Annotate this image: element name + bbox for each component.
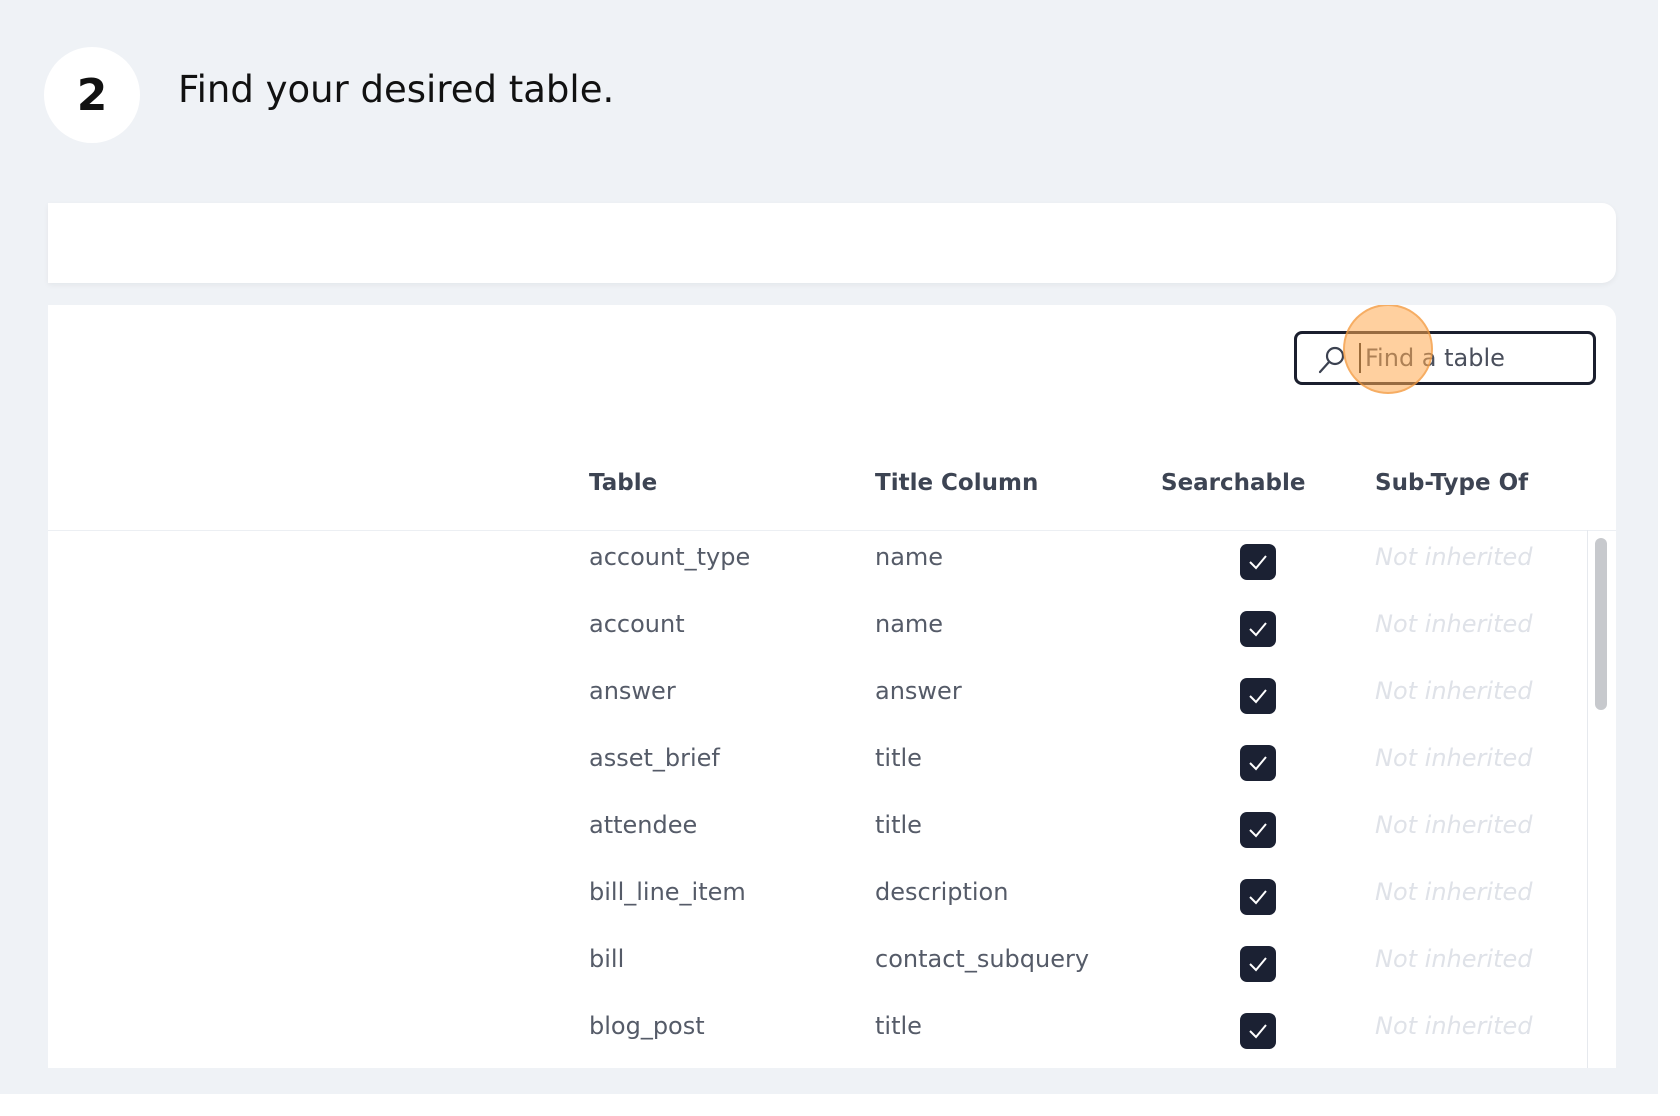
cell-sub-type-of: Not inherited <box>1375 610 1533 638</box>
cell-sub-type-of: Not inherited <box>1375 543 1533 571</box>
header-searchable[interactable]: Searchable <box>1161 470 1306 496</box>
table-row[interactable]: blog_post title Not inherited <box>48 999 1583 1068</box>
cell-sub-type-of: Not inherited <box>1375 677 1533 705</box>
cell-table: answer <box>589 677 676 705</box>
cell-sub-type-of: Not inherited <box>1375 945 1533 973</box>
scrollbar-thumb[interactable] <box>1595 538 1607 710</box>
check-icon <box>1249 957 1267 972</box>
table-body: account_type name Not inherited account … <box>48 530 1583 1068</box>
check-icon <box>1249 823 1267 838</box>
table-row[interactable]: asset_brief title Not inherited <box>48 731 1583 801</box>
searchable-checkbox[interactable] <box>1240 678 1276 714</box>
searchable-checkbox[interactable] <box>1240 611 1276 647</box>
step-number: 2 <box>76 69 108 121</box>
header-table[interactable]: Table <box>589 470 657 496</box>
table-row[interactable]: bill_line_item description Not inherited <box>48 865 1583 935</box>
cell-title-column: name <box>875 543 944 571</box>
table-row[interactable]: answer answer Not inherited <box>48 664 1583 734</box>
search-icon <box>1317 345 1347 375</box>
cell-table: attendee <box>589 811 698 839</box>
step-number-badge: 2 <box>44 47 140 143</box>
cell-sub-type-of: Not inherited <box>1375 1012 1533 1040</box>
table-search-input[interactable] <box>1359 343 1590 373</box>
cell-table: bill <box>589 945 625 973</box>
searchable-checkbox[interactable] <box>1240 1013 1276 1049</box>
cell-title-column: title <box>875 1012 922 1040</box>
table-scrollbar[interactable] <box>1595 531 1607 1068</box>
searchable-checkbox[interactable] <box>1240 812 1276 848</box>
tutorial-frame: 2 Find your desired table. Table Title C… <box>0 0 1658 1094</box>
cell-title-column: contact_subquery <box>875 945 1090 973</box>
searchable-checkbox[interactable] <box>1240 946 1276 982</box>
searchable-checkbox[interactable] <box>1240 745 1276 781</box>
searchable-checkbox[interactable] <box>1240 544 1276 580</box>
cell-table: bill_line_item <box>589 878 746 906</box>
tables-panel: Table Title Column Searchable Sub-Type O… <box>48 305 1616 1068</box>
cell-sub-type-of: Not inherited <box>1375 811 1533 839</box>
cell-title-column: name <box>875 610 944 638</box>
cell-title-column: answer <box>875 677 962 705</box>
check-icon <box>1249 890 1267 905</box>
check-icon <box>1249 555 1267 570</box>
table-row[interactable]: account_type name Not inherited <box>48 530 1583 600</box>
check-icon <box>1249 1024 1267 1039</box>
searchable-checkbox[interactable] <box>1240 879 1276 915</box>
cell-title-column: description <box>875 878 1009 906</box>
header-sub-type-of[interactable]: Sub-Type Of <box>1375 470 1528 496</box>
table-header: Table Title Column Searchable Sub-Type O… <box>48 450 1616 531</box>
table-row[interactable]: account name Not inherited <box>48 597 1583 667</box>
table-divider <box>1587 530 1588 1068</box>
check-icon <box>1249 689 1267 704</box>
cell-table: asset_brief <box>589 744 720 772</box>
table-row[interactable]: attendee title Not inherited <box>48 798 1583 868</box>
cell-table: blog_post <box>589 1012 705 1040</box>
check-icon <box>1249 756 1267 771</box>
header-title-column[interactable]: Title Column <box>875 470 1038 496</box>
cell-table: account_type <box>589 543 751 571</box>
cell-title-column: title <box>875 744 922 772</box>
toolbar-card <box>48 203 1616 283</box>
cell-sub-type-of: Not inherited <box>1375 744 1533 772</box>
cell-table: account <box>589 610 685 638</box>
cell-sub-type-of: Not inherited <box>1375 878 1533 906</box>
step-instruction: Find your desired table. <box>178 68 615 111</box>
cell-title-column: title <box>875 811 922 839</box>
table-row[interactable]: bill contact_subquery Not inherited <box>48 932 1583 1002</box>
table-search-box[interactable] <box>1294 331 1596 385</box>
check-icon <box>1249 622 1267 637</box>
